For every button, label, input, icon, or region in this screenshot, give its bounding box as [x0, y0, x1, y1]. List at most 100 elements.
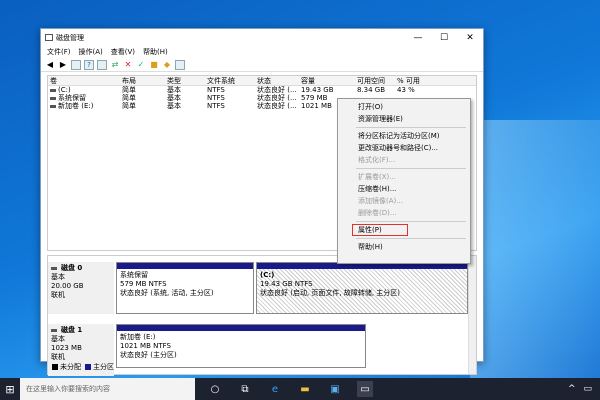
menu-item-properties[interactable]: 属性(P): [352, 224, 408, 236]
volume-status: 状态良好 (...: [257, 102, 297, 110]
menu-separator: [356, 238, 466, 239]
volume-label: 新加卷 (E:): [58, 102, 94, 110]
app-icon: [45, 34, 53, 41]
volume-fs: NTFS: [207, 102, 225, 110]
partition-name: (C:): [260, 271, 275, 279]
legend-label: 主分区: [93, 363, 114, 371]
partition-name: 新加卷 (E:): [120, 333, 156, 341]
primary-swatch: [85, 364, 91, 370]
col-capacity[interactable]: 容量: [299, 76, 355, 85]
disk-icon: [51, 266, 57, 270]
task-view-icon[interactable]: ⧉: [237, 381, 253, 397]
partition-e[interactable]: 新加卷 (E:) 1021 MB NTFS 状态良好 (主分区): [116, 324, 366, 368]
volume-capacity: 19.43 GB: [301, 86, 334, 94]
col-layout[interactable]: 布局: [120, 76, 165, 85]
menu-item-format: 格式化(F)...: [358, 156, 396, 164]
help-icon[interactable]: ?: [84, 59, 94, 70]
menu-separator: [356, 221, 466, 222]
disk-name: 磁盘 0: [61, 264, 83, 272]
disk-icon: [51, 328, 57, 332]
menu-item-open[interactable]: 打开(O): [338, 101, 470, 113]
edge-icon[interactable]: e: [267, 381, 283, 397]
menu-item-explore[interactable]: 资源管理器(E): [338, 113, 470, 125]
disk-view-scrollbar[interactable]: [468, 256, 476, 374]
properties-icon[interactable]: ✓: [136, 60, 146, 70]
disk-0-label[interactable]: 磁盘 0 基本 20.00 GB 联机: [48, 262, 114, 314]
disk-size: 20.00 GB: [51, 282, 84, 290]
network-icon[interactable]: ▭: [583, 384, 592, 394]
file-explorer-icon[interactable]: ▬: [297, 381, 313, 397]
disk-graphical-view: 磁盘 0 基本 20.00 GB 联机 系统保留 579 MB NTFS 状态良…: [47, 255, 477, 376]
menu-item-extend-volume: 扩展卷(X)...: [358, 173, 396, 181]
legend-unallocated: 未分配: [52, 362, 81, 372]
list-icon[interactable]: [71, 59, 81, 70]
menu-bar: 文件(F) 操作(A) 查看(V) 帮助(H): [41, 46, 483, 58]
menu-item-delete-volume: 删除卷(D)...: [358, 209, 397, 217]
menu-separator: [356, 127, 466, 128]
drive-icon: [50, 96, 56, 100]
menu-item-shrink-volume[interactable]: 压缩卷(H)...: [338, 183, 470, 195]
volume-layout: 简单: [122, 102, 136, 110]
partition-status: 状态良好 (启动, 页面文件, 故障转储, 主分区): [260, 289, 401, 297]
back-icon[interactable]: ◀: [45, 60, 55, 70]
drive-icon: [50, 88, 56, 92]
forward-icon[interactable]: ▶: [58, 60, 68, 70]
disk-size: 1023 MB: [51, 344, 82, 352]
start-button[interactable]: ⊞: [0, 378, 20, 400]
toolbar: ◀ ▶ ? ⇄ ✕ ✓ ■ ◆: [41, 58, 483, 72]
minimize-button[interactable]: —: [405, 29, 431, 46]
cortana-icon[interactable]: ○: [207, 381, 223, 397]
col-status[interactable]: 状态: [255, 76, 299, 85]
volume-fs: NTFS: [207, 94, 225, 102]
partition-name: 系统保留: [120, 271, 148, 279]
disk-status: 联机: [51, 291, 65, 299]
partition-info: 579 MB NTFS: [120, 280, 167, 288]
legend-primary: 主分区: [85, 362, 114, 372]
title-bar: 磁盘管理 — ☐ ✕: [41, 29, 483, 46]
close-button[interactable]: ✕: [457, 29, 483, 46]
menu-view[interactable]: 查看(V): [111, 47, 135, 57]
menu-item-mark-active[interactable]: 将分区标记为活动分区(M): [338, 130, 470, 142]
menu-item-help[interactable]: 帮助(H): [338, 241, 470, 253]
connect-icon[interactable]: ⇄: [110, 60, 120, 70]
rescan-icon[interactable]: ◆: [162, 60, 172, 70]
partition-info: 19.43 GB NTFS: [260, 280, 313, 288]
menu-help[interactable]: 帮助(H): [143, 47, 168, 57]
folder-icon[interactable]: ■: [149, 60, 159, 70]
legend: 未分配 主分区: [52, 362, 114, 372]
primary-partition-bar: [117, 325, 365, 331]
partition-c[interactable]: (C:) 19.43 GB NTFS 状态良好 (启动, 页面文件, 故障转储,…: [256, 262, 468, 314]
partition-status: 状态良好 (主分区): [120, 351, 177, 359]
menu-separator: [356, 168, 466, 169]
partition-info: 1021 MB NTFS: [120, 342, 171, 350]
col-free-space[interactable]: 可用空间: [355, 76, 395, 85]
disk-icon[interactable]: [175, 59, 185, 70]
store-icon[interactable]: ▣: [327, 381, 343, 397]
disk-management-icon[interactable]: ▭: [357, 381, 373, 397]
volume-free: 8.34 GB: [357, 86, 386, 94]
menu-action[interactable]: 操作(A): [79, 47, 103, 57]
drive-icon: [50, 104, 56, 108]
volume-type: 基本: [167, 102, 181, 110]
col-type[interactable]: 类型: [165, 76, 205, 85]
col-filesystem[interactable]: 文件系统: [205, 76, 255, 85]
taskbar: ⊞ 在这里输入你要搜索的内容 ○ ⧉ e ▬ ▣ ▭ ^ ▭: [0, 378, 600, 400]
search-input[interactable]: 在这里输入你要搜索的内容: [20, 378, 195, 400]
list-view-icon[interactable]: [97, 59, 107, 70]
window-title: 磁盘管理: [56, 33, 84, 42]
col-percent-free[interactable]: % 可用: [395, 76, 435, 85]
disk-name: 磁盘 1: [61, 326, 83, 334]
menu-item-add-mirror: 添加镜像(A)...: [358, 197, 403, 205]
maximize-button[interactable]: ☐: [431, 29, 457, 46]
disk-type: 基本: [51, 335, 65, 343]
delete-icon[interactable]: ✕: [123, 60, 133, 70]
chevron-up-icon[interactable]: ^: [568, 384, 576, 394]
partition-status: 状态良好 (系统, 活动, 主分区): [120, 289, 214, 297]
unallocated-swatch: [52, 364, 58, 370]
menu-file[interactable]: 文件(F): [47, 47, 71, 57]
legend-label: 未分配: [60, 363, 81, 371]
col-volume[interactable]: 卷: [48, 76, 120, 85]
partition-system-reserved[interactable]: 系统保留 579 MB NTFS 状态良好 (系统, 活动, 主分区): [116, 262, 254, 314]
disk-status: 联机: [51, 353, 65, 361]
menu-item-change-drive-letter[interactable]: 更改驱动器号和路径(C)...: [338, 142, 470, 154]
